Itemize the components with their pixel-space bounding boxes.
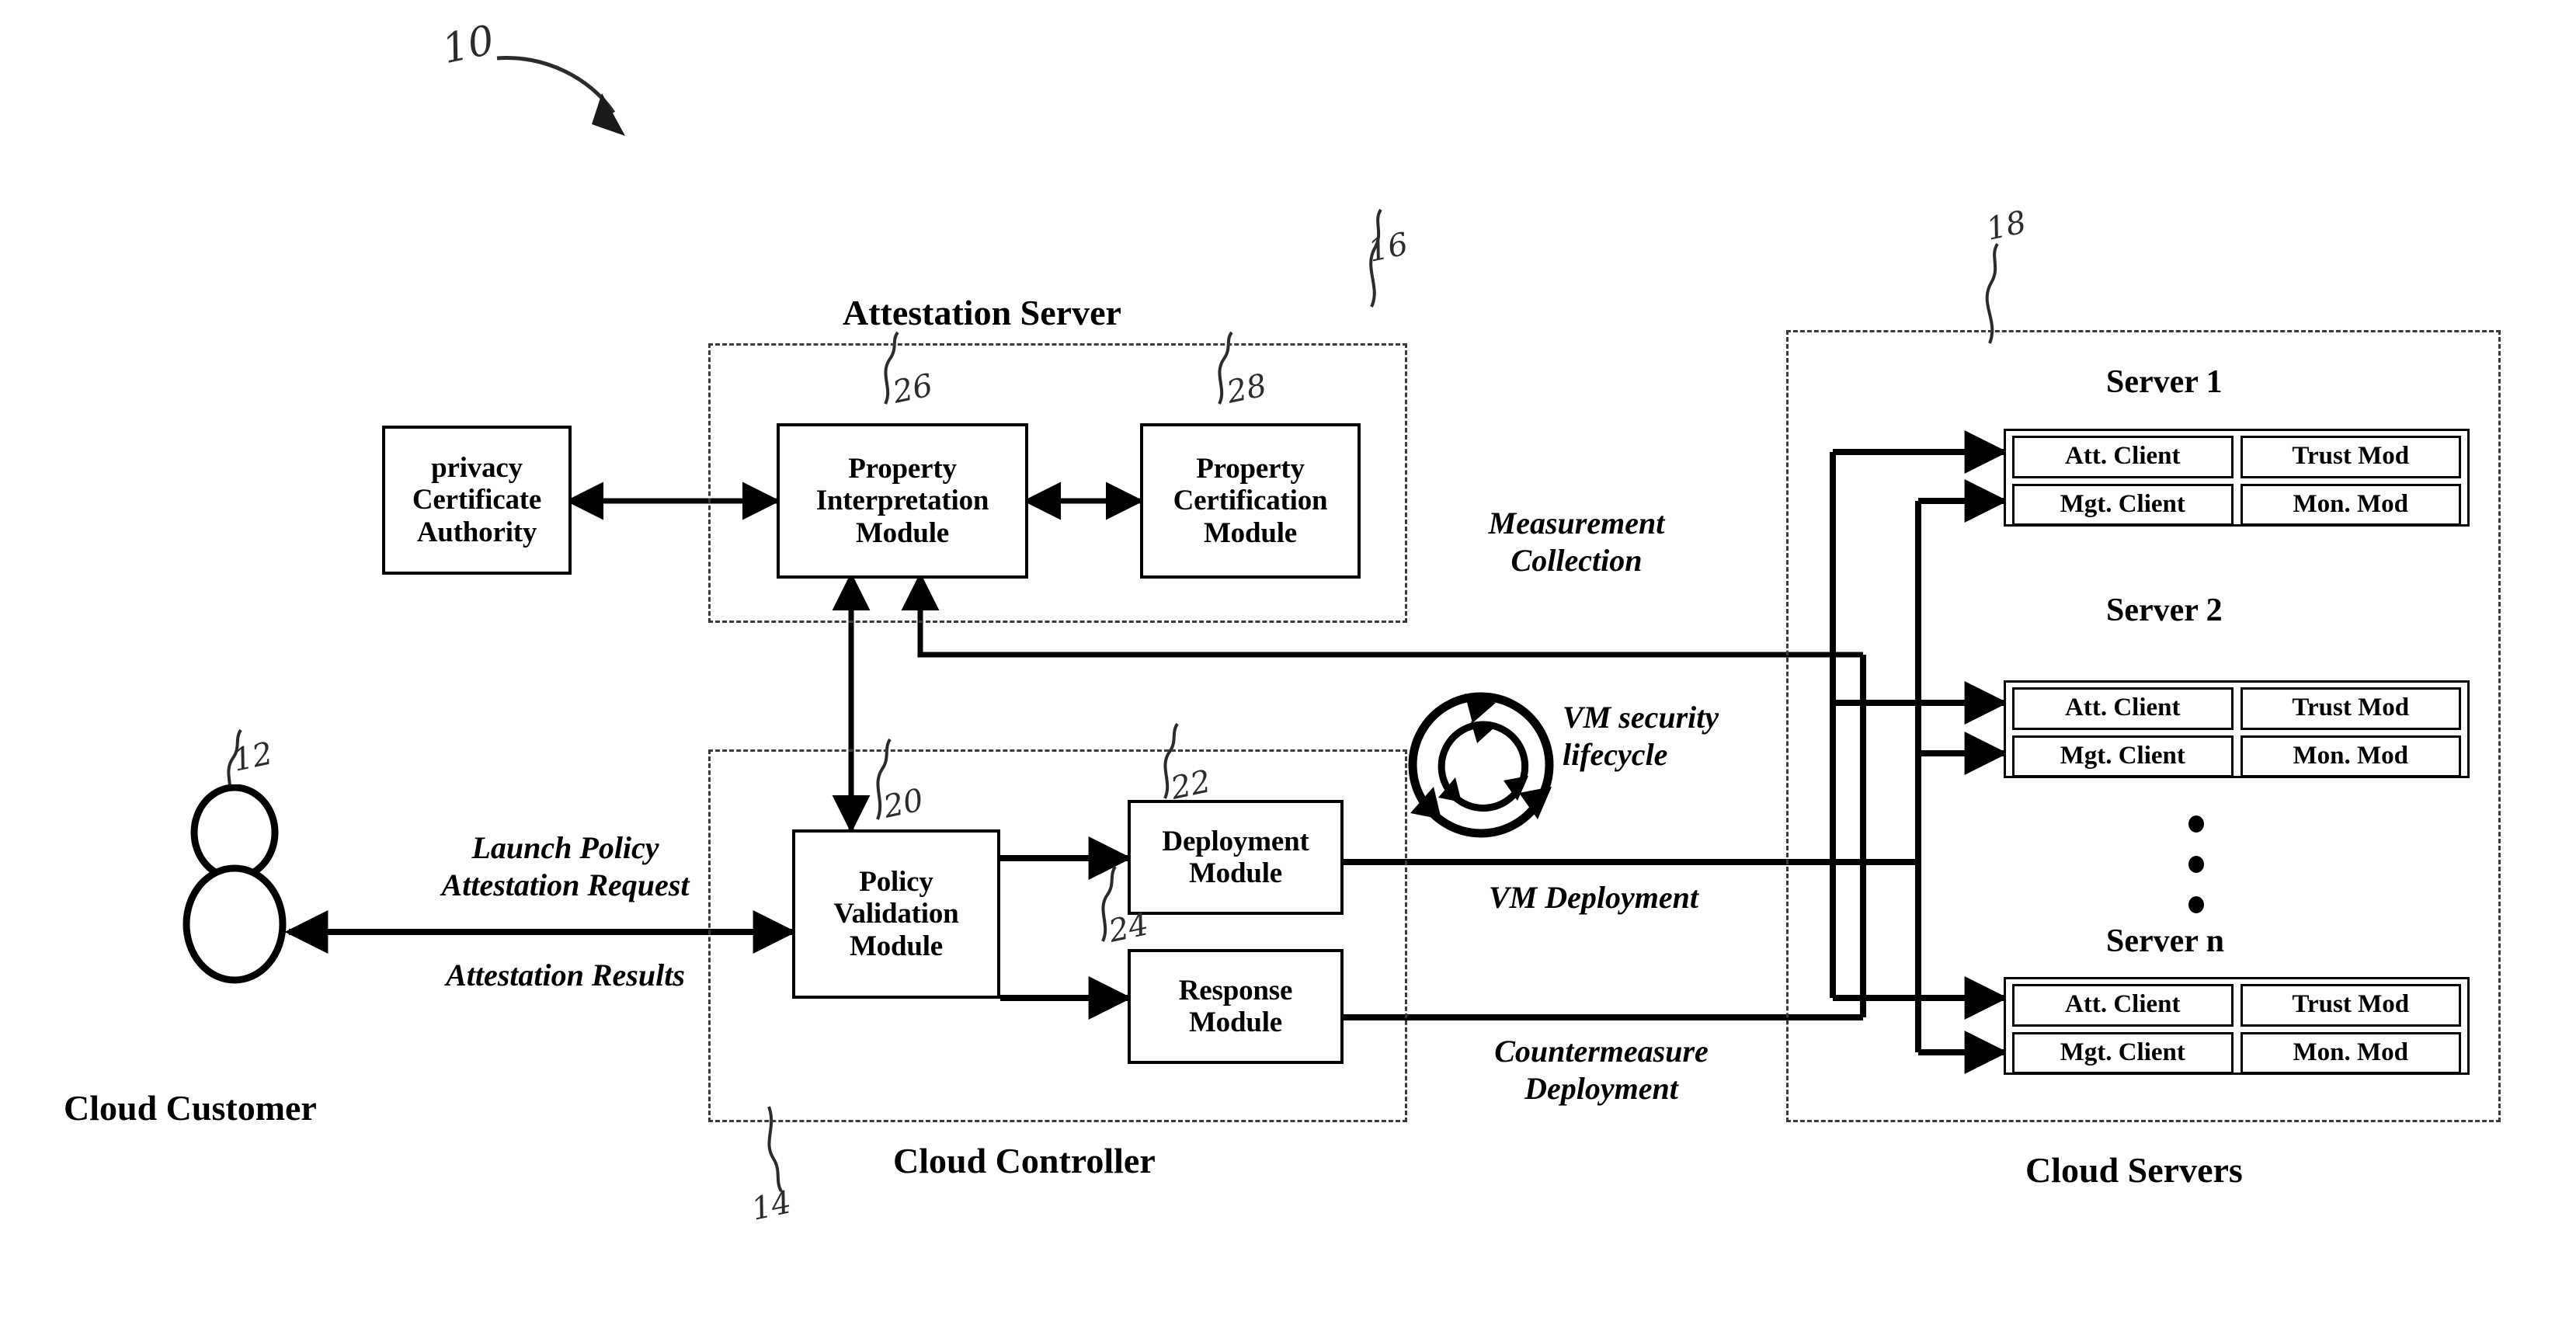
cloud-customer-label: Cloud Customer xyxy=(64,1088,317,1128)
server-n-trust-mod[interactable]: Trust Mod xyxy=(2240,984,2461,1027)
privacy-certificate-authority-box[interactable]: privacy Certificate Authority xyxy=(382,426,572,575)
policy-val-line3: Module xyxy=(849,930,944,962)
response-line1: Response xyxy=(1178,974,1293,1006)
prop-cert-line2: Certification xyxy=(1173,485,1328,517)
deployment-line1: Deployment xyxy=(1162,825,1309,857)
vm-lifecycle-line1: VM security xyxy=(1563,700,1719,735)
countermeasure-line1: Countermeasure xyxy=(1494,1034,1709,1069)
property-certification-module-box[interactable]: Property Certification Module xyxy=(1140,423,1361,579)
property-interpretation-module-box[interactable]: Property Interpretation Module xyxy=(777,423,1028,579)
attestation-server-title: Attestation Server xyxy=(843,293,1121,332)
policy-val-line1: Policy xyxy=(859,865,933,898)
server-2-title: Server 2 xyxy=(2106,593,2223,628)
figure-reference-10: 10 xyxy=(438,16,499,74)
server-2-row-1: Att. Client Trust Mod xyxy=(2012,687,2461,730)
policy-validation-module-box[interactable]: Policy Validation Module xyxy=(792,829,1000,999)
prop-cert-line3: Module xyxy=(1203,516,1298,549)
privacy-ca-line2: Certificate xyxy=(412,484,542,516)
privacy-ca-line1: privacy xyxy=(431,451,523,484)
server-2-row-2: Mgt. Client Mon. Mod xyxy=(2012,735,2461,778)
server-list-ellipsis xyxy=(2188,815,2204,913)
server-2-mgt-client[interactable]: Mgt. Client xyxy=(2012,735,2234,778)
server-1-title: Server 1 xyxy=(2106,364,2223,400)
deployment-line2: Module xyxy=(1188,857,1283,889)
server-n-row-1: Att. Client Trust Mod xyxy=(2012,984,2461,1027)
privacy-ca-line3: Authority xyxy=(416,516,537,548)
figure-canvas: Property Interpretation (vertical double… xyxy=(0,0,2576,1335)
prop-cert-line1: Property xyxy=(1196,452,1305,485)
server-2-mon-mod[interactable]: Mon. Mod xyxy=(2240,735,2461,778)
server-1-group[interactable]: Att. Client Trust Mod Mgt. Client Mon. M… xyxy=(2004,429,2470,527)
server-1-trust-mod[interactable]: Trust Mod xyxy=(2240,436,2461,478)
measurement-collection-line1: Measurement xyxy=(1488,506,1665,541)
server-1-mgt-client[interactable]: Mgt. Client xyxy=(2012,483,2234,527)
prop-interp-line1: Property xyxy=(848,452,957,485)
flow-measurement-collection: Measurement Collection xyxy=(1429,505,1724,579)
cloud-controller-ref-14: 14 xyxy=(748,1184,795,1228)
server-1-row-1: Att. Client Trust Mod xyxy=(2012,436,2461,478)
cloud-servers-ref-18: 18 xyxy=(1983,204,2030,248)
policy-val-line2: Validation xyxy=(833,898,959,930)
response-line2: Module xyxy=(1188,1006,1283,1038)
server-n-mon-mod[interactable]: Mon. Mod xyxy=(2240,1031,2461,1075)
cloud-customer-actor-icon xyxy=(183,784,287,984)
prop-interp-line3: Module xyxy=(855,516,950,549)
server-1-mon-mod[interactable]: Mon. Mod xyxy=(2240,483,2461,527)
server-n-group[interactable]: Att. Client Trust Mod Mgt. Client Mon. M… xyxy=(2004,977,2470,1075)
server-n-att-client[interactable]: Att. Client xyxy=(2012,984,2234,1027)
prop-interp-line2: Interpretation xyxy=(815,485,989,517)
cloud-servers-title: Cloud Servers xyxy=(2025,1150,2243,1190)
server-1-att-client[interactable]: Att. Client xyxy=(2012,436,2234,478)
response-module-box[interactable]: Response Module xyxy=(1128,949,1344,1064)
flow-launch-policy-attestation-request: Launch Policy Attestation Request xyxy=(348,829,783,904)
server-n-row-2: Mgt. Client Mon. Mod xyxy=(2012,1031,2461,1075)
flow-countermeasure-deployment: Countermeasure Deployment xyxy=(1446,1033,1757,1107)
attestation-server-ref-16: 16 xyxy=(1364,226,1412,269)
server-n-mgt-client[interactable]: Mgt. Client xyxy=(2012,1031,2234,1075)
server-2-trust-mod[interactable]: Trust Mod xyxy=(2240,687,2461,730)
server-1-row-2: Mgt. Client Mon. Mod xyxy=(2012,483,2461,527)
server-2-group[interactable]: Att. Client Trust Mod Mgt. Client Mon. M… xyxy=(2004,680,2470,778)
measurement-collection-line2: Collection xyxy=(1510,543,1643,578)
cloud-customer-ref-12: 12 xyxy=(229,735,276,779)
flow-vm-deployment: VM Deployment xyxy=(1489,880,1698,915)
flow-vm-security-lifecycle: VM security lifecycle xyxy=(1563,699,1811,774)
server-n-title: Server n xyxy=(2106,923,2225,959)
flow-attestation-results: Attestation Results xyxy=(446,958,685,993)
cloud-controller-title: Cloud Controller xyxy=(893,1141,1156,1180)
vm-lifecycle-line2: lifecycle xyxy=(1563,737,1668,772)
deployment-module-box[interactable]: Deployment Module xyxy=(1128,800,1344,915)
server-2-att-client[interactable]: Att. Client xyxy=(2012,687,2234,730)
launch-policy-line2: Attestation Request xyxy=(441,867,690,902)
launch-policy-line1: Launch Policy xyxy=(471,830,659,865)
countermeasure-line2: Deployment xyxy=(1524,1071,1678,1106)
